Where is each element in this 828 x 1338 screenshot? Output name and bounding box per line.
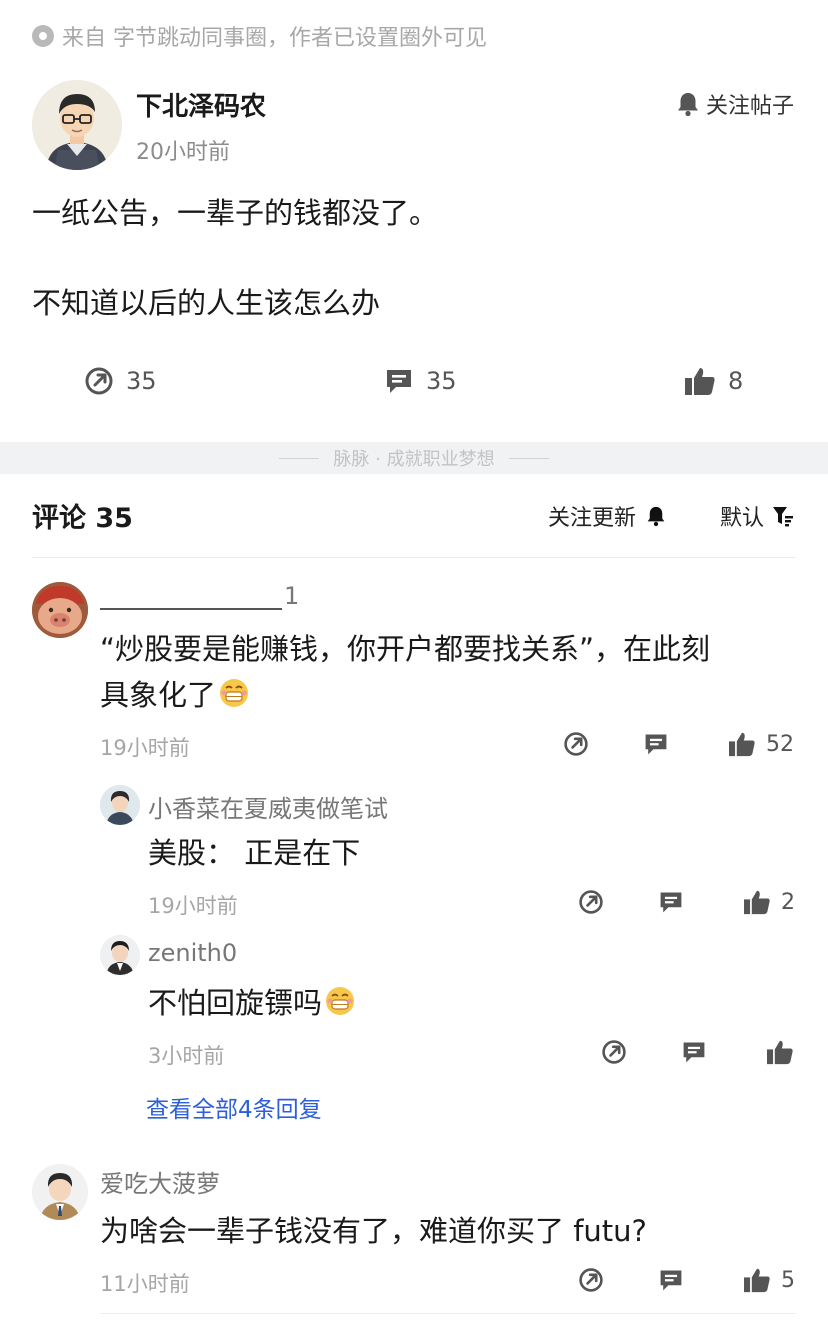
thumbs-up-icon[interactable] [728, 731, 756, 757]
thumbs-up-icon[interactable] [766, 1039, 794, 1065]
share-icon[interactable] [578, 889, 604, 915]
comment-icon[interactable] [643, 731, 669, 757]
post-body-line: 不知道以后的人生该怎么办 [32, 286, 381, 320]
like-count: 8 [728, 367, 744, 395]
reply-text: 美股： 正是在下 [148, 836, 361, 870]
comment-time: 11小时前 [100, 1272, 190, 1296]
circle-dot-icon [32, 25, 54, 47]
name-underline [100, 582, 282, 610]
follow-post-button[interactable]: 关注帖子 [676, 88, 794, 120]
comment-text: 为啥会一辈子钱没有了，难道你买了 futu? [100, 1214, 647, 1248]
commenter-avatar[interactable] [32, 1164, 88, 1220]
comment-text: “炒股要是能赚钱，你开户都要找关系”，在此刻 具象化了 [100, 626, 800, 718]
like-count: 2 [781, 890, 795, 915]
thumbs-up-icon[interactable] [743, 1267, 771, 1293]
follow-updates-label: 关注更新 [548, 506, 637, 531]
sort-label: 默认 [720, 506, 765, 531]
like-count: 5 [781, 1268, 795, 1293]
comment-time: 19小时前 [100, 736, 190, 760]
reply-time: 19小时前 [148, 894, 238, 918]
filter-icon [773, 507, 794, 527]
reply-avatar[interactable] [100, 785, 140, 825]
header-divider [32, 557, 796, 558]
reply-time: 3小时前 [148, 1044, 225, 1068]
bell-icon [677, 93, 698, 117]
source-notice: 来自 字节跳动同事圈，作者已设置圈外可见 [32, 20, 487, 52]
follow-post-label: 关注帖子 [705, 94, 794, 119]
comment-icon[interactable] [658, 889, 684, 915]
thumbs-up-icon [685, 368, 715, 395]
comment-button[interactable]: 35 [384, 366, 457, 396]
comment-text-line: 具象化了 [100, 678, 217, 712]
post-actions: 35 35 8 [0, 362, 828, 402]
grin-emoji-icon [220, 679, 249, 707]
sort-button[interactable]: 默认 [720, 500, 794, 532]
follow-updates-button[interactable]: 关注更新 [548, 500, 666, 532]
divider-rule [279, 457, 320, 459]
post-body-line: 一纸公告，一辈子的钱都没了。 [32, 196, 439, 230]
author-avatar[interactable] [32, 80, 122, 170]
commenter-name[interactable]: 1 [100, 582, 299, 610]
author-name[interactable]: 下北泽码农 [136, 86, 266, 123]
share-button[interactable]: 35 [84, 366, 157, 396]
share-icon [85, 367, 113, 395]
comment-icon[interactable] [658, 1267, 684, 1293]
grin-emoji-icon [326, 987, 355, 1015]
like-button[interactable]: 8 [684, 366, 743, 396]
comment-divider [100, 1313, 796, 1314]
divider-rule [508, 457, 549, 459]
thumbs-up-icon[interactable] [743, 889, 771, 915]
reply-text-content: 不怕回旋镖吗 [148, 986, 323, 1020]
reply-author[interactable]: 小香菜在夏威夷做笔试 [148, 789, 388, 824]
post-time: 20小时前 [136, 140, 230, 165]
share-icon[interactable] [601, 1039, 627, 1065]
comment-count: 35 [426, 367, 457, 395]
slogan-text: 脉脉 · 成就职业梦想 [333, 449, 495, 470]
like-count: 52 [766, 732, 794, 757]
reply-avatar[interactable] [100, 935, 140, 975]
commenter-name[interactable]: 爱吃大菠萝 [100, 1164, 220, 1199]
commenter-name-suffix: 1 [284, 582, 300, 610]
reply-text: 不怕回旋镖吗 [148, 980, 356, 1026]
comment-icon [387, 370, 411, 393]
view-all-replies-link[interactable]: 查看全部4条回复 [146, 1090, 322, 1124]
comment-text-line: “炒股要是能赚钱，你开户都要找关系”，在此刻 [100, 632, 711, 666]
share-icon[interactable] [563, 731, 589, 757]
comment-icon[interactable] [681, 1039, 707, 1065]
post-body: 一纸公告，一辈子的钱都没了。 不知道以后的人生该怎么办 [32, 190, 792, 326]
reply-author[interactable]: zenith0 [148, 939, 237, 967]
comments-title: 评论 35 [32, 503, 133, 534]
share-icon[interactable] [578, 1267, 604, 1293]
share-count: 35 [126, 367, 157, 395]
source-text: 来自 字节跳动同事圈，作者已设置圈外可见 [62, 26, 487, 51]
bell-icon [647, 506, 665, 527]
slogan-divider: 脉脉 · 成就职业梦想 [0, 442, 828, 474]
commenter-avatar[interactable] [32, 582, 88, 638]
